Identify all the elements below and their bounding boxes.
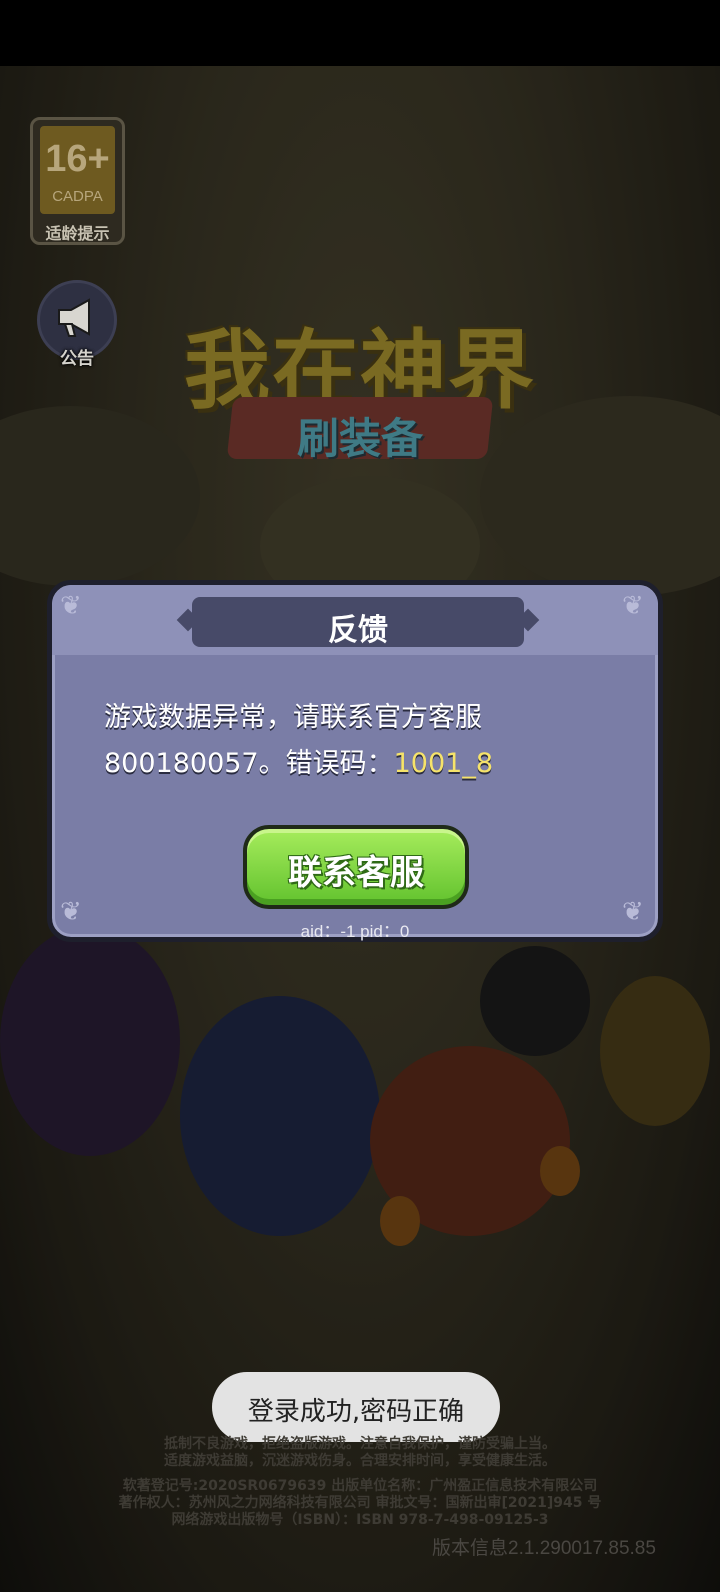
message-line-2: 800180057。错误码：1001_8 (104, 748, 494, 779)
login-toast: 登录成功,密码正确 (212, 1372, 500, 1442)
feedback-dialog: 反馈 ❦ ❦ ❦ ❦ 游戏数据异常，请联系官方客服 800180057。错误码：… (47, 580, 663, 942)
contact-support-button[interactable]: 联系客服 (243, 825, 469, 909)
corner-ornament-icon: ❦ (622, 591, 644, 621)
version-info: 版本信息2.1.290017.85.85 (432, 1538, 656, 1559)
age-rating-badge: 16+ CADPA 适龄提示 (30, 117, 125, 245)
age-rating-org: CADPA (52, 188, 103, 205)
age-rating-number: 16+ (45, 138, 110, 180)
account-ids: aid：-1 pid：0 (300, 922, 410, 941)
status-bar (0, 0, 720, 66)
logo-subtitle: 刷装备 (296, 414, 423, 463)
toast-text: 登录成功,密码正确 (247, 1397, 465, 1427)
legal-registration: 软著登记号:2020SR0679639 出版单位名称：广州盈正信息技术有限公司 (122, 1478, 598, 1494)
legal-isbn: 网络游戏出版物号（ISBN）：ISBN 978-7-498-09125-3 (171, 1512, 549, 1528)
corner-ornament-icon: ❦ (60, 591, 82, 621)
age-rating-label: 适龄提示 (45, 224, 110, 243)
megaphone-icon (58, 298, 90, 337)
game-logo: 我在神界 刷装备 (135, 225, 585, 475)
legal-copyright: 著作权人：苏州风之力网络科技有限公司 审批文号：国新出审[2021]945 号 (118, 1495, 602, 1511)
dialog-title: 反馈 (328, 613, 388, 648)
message-line-1: 游戏数据异常，请联系官方客服 (104, 702, 482, 733)
notice-button[interactable]: 公告 (37, 280, 119, 370)
contact-support-label: 联系客服 (288, 853, 424, 893)
legal-notice-2: 适度游戏益脑，沉迷游戏伤身。合理安排时间，享受健康生活。 (164, 1453, 556, 1469)
error-code: 1001_8 (393, 748, 494, 779)
legal-notice-1: 抵制不良游戏，拒绝盗版游戏。注意自我保护，谨防受骗上当。 (164, 1436, 556, 1452)
notice-label: 公告 (60, 349, 94, 369)
dialog-message: 游戏数据异常，请联系官方客服 800180057。错误码：1001_8 (104, 695, 624, 787)
